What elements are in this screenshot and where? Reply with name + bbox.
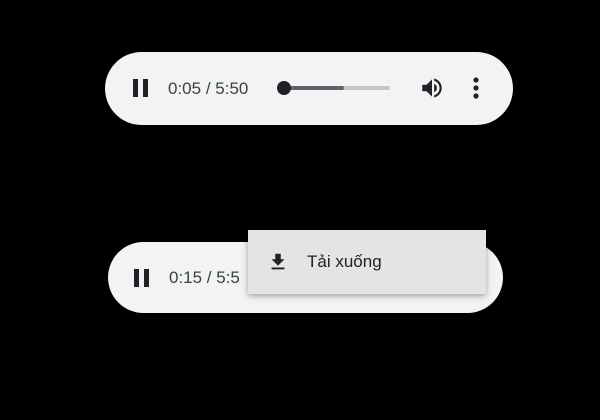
current-time: 0:05 [168,79,202,98]
seek-slider[interactable] [276,81,390,95]
more-vert-icon [473,77,479,99]
more-options-button[interactable] [462,74,490,102]
download-icon [266,250,290,274]
time-display: 0:15 / 5:5 [169,268,240,287]
volume-icon [422,78,442,98]
pause-button[interactable] [130,266,154,290]
volume-button[interactable] [418,74,446,102]
pause-button[interactable] [129,76,153,100]
menu-item-label: Tải xuống [307,252,382,271]
player-context-menu: Tải xuống [248,230,486,294]
page-canvas: 0:05 / 5:50 0:15 / 5:5 Tải xuống [0,0,600,420]
seek-thumb[interactable] [276,81,291,95]
seek-track [276,81,390,95]
menu-item-download[interactable]: Tải xuống [248,230,486,294]
time-display: 0:05 / 5:50 [168,79,248,99]
pause-icon [134,269,149,287]
seek-progress-fill [282,86,344,90]
pause-icon [133,79,148,97]
time-separator: / [201,79,216,98]
duration: 5:50 [215,79,249,98]
audio-player-1: 0:05 / 5:50 [105,52,513,125]
